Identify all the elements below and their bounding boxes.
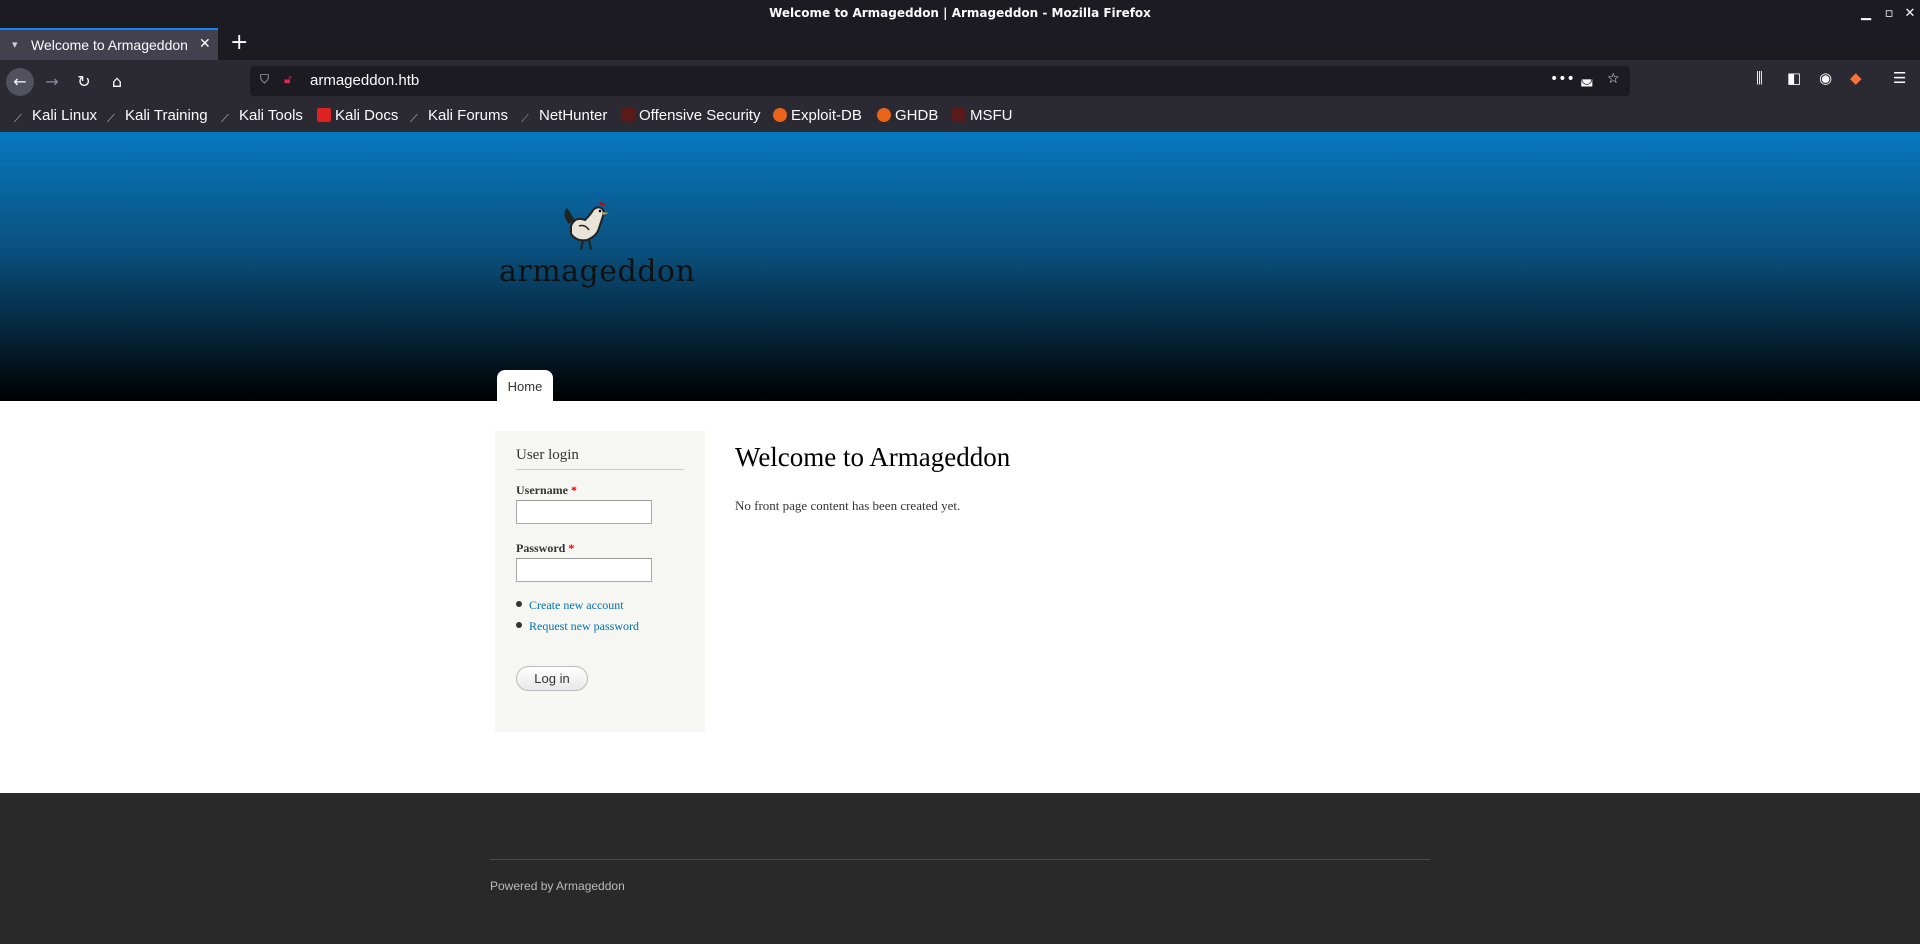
nethunter-icon: ⟋ [521, 113, 529, 125]
kali-dragon-icon: ⟋ [410, 113, 418, 125]
sidebar-icon[interactable]: ◧ [1787, 69, 1801, 87]
request-password-link[interactable]: Request new password [516, 618, 639, 639]
bookmark-kali-linux[interactable]: ⟋ Kali Linux [14, 107, 97, 127]
tab-strip: ▾ Welcome to Armageddon | Armageddon ✕ + [0, 28, 1920, 60]
window-titlebar: Welcome to Armageddon | Armageddon - Moz… [0, 0, 1920, 28]
navigation-bar: ← → ↻ ⌂ ⛉ 🔓︎ armageddon.htb ••• ◛ ☆ ⫼ ◧ … [0, 60, 1920, 102]
page-title: Welcome to Armageddon [735, 442, 1011, 472]
bookmark-msfu[interactable]: MSFU [952, 107, 1013, 124]
rooster-icon [564, 202, 609, 251]
close-tab-icon[interactable]: ✕ [199, 36, 211, 52]
url-text[interactable]: armageddon.htb [310, 72, 419, 89]
bookmark-exploit-db[interactable]: Exploit-DB [773, 107, 862, 124]
site-header: armageddon Home [0, 132, 1920, 401]
close-window-icon[interactable]: ✕ [1900, 4, 1920, 24]
exploitdb-icon [773, 108, 787, 122]
site-logo[interactable]: armageddon [495, 202, 695, 290]
kali-dragon-icon: ⟋ [14, 113, 22, 125]
back-button[interactable]: ← [6, 68, 34, 96]
logo-text: armageddon [499, 254, 696, 289]
nav-home-tab[interactable]: Home [497, 370, 553, 401]
bookmark-star-icon[interactable]: ☆ [1607, 71, 1620, 87]
login-block-title: User login [516, 447, 684, 470]
required-mark: * [570, 483, 577, 497]
account-icon[interactable]: ◉ [1819, 69, 1832, 87]
kali-dragon-icon: ⟋ [107, 113, 115, 125]
log-in-button[interactable]: Log in [516, 666, 588, 691]
login-links: Create new account Request new password [516, 597, 639, 639]
bookmark-kali-training[interactable]: ⟋ Kali Training [107, 107, 208, 127]
page-viewport: armageddon Home User login Username * Pa… [0, 132, 1920, 944]
tab-welcome[interactable]: ▾ Welcome to Armageddon | Armageddon ✕ [0, 28, 218, 60]
bookmark-kali-docs[interactable]: Kali Docs [317, 107, 398, 124]
home-button[interactable]: ⌂ [103, 68, 131, 96]
kali-dragon-icon: ⟋ [221, 113, 229, 125]
site-footer: Powered by Armageddon [0, 793, 1920, 944]
reload-button[interactable]: ↻ [70, 68, 98, 96]
library-icon[interactable]: ⫼ [1756, 69, 1763, 87]
bullet-icon [516, 622, 522, 628]
forward-button[interactable]: → [38, 68, 66, 96]
bookmark-offensive-security[interactable]: Offensive Security [621, 107, 760, 124]
kali-docs-icon [317, 108, 331, 122]
window-title: Welcome to Armageddon | Armageddon - Moz… [769, 6, 1151, 20]
bookmark-ghdb[interactable]: GHDB [877, 107, 938, 124]
tracking-shield-icon[interactable]: ⛉ [260, 72, 269, 87]
exploitdb-icon [877, 108, 891, 122]
create-account-link[interactable]: Create new account [516, 597, 639, 618]
footer-divider [490, 859, 1430, 860]
password-label: Password * [516, 541, 575, 555]
page-body-text: No front page content has been created y… [735, 498, 961, 513]
user-login-block: User login Username * Password * Create … [495, 431, 705, 732]
password-field[interactable] [516, 558, 652, 582]
pocket-icon[interactable]: ◛ [1580, 71, 1594, 87]
url-bar[interactable]: ⛉ 🔓︎ armageddon.htb ••• ◛ ☆ [250, 66, 1630, 96]
insecure-lock-icon[interactable]: 🔓︎ [284, 72, 292, 87]
bookmark-kali-tools[interactable]: ⟋ Kali Tools [221, 107, 303, 127]
bookmark-nethunter[interactable]: ⟋ NetHunter [521, 107, 607, 127]
powered-by-text: Powered by Armageddon [490, 879, 625, 893]
page-actions-icon[interactable]: ••• [1550, 71, 1575, 87]
offsec-icon [952, 108, 966, 122]
maximize-icon[interactable]: ▫ [1879, 4, 1899, 24]
username-label: Username * [516, 483, 577, 497]
bullet-icon [516, 601, 522, 607]
new-tab-button[interactable]: + [230, 31, 248, 55]
tab-title: Welcome to Armageddon | Armageddon [31, 37, 193, 53]
bookmarks-bar: ⟋ Kali Linux ⟋ Kali Training ⟋ Kali Tools K… [0, 102, 1920, 132]
minimize-icon[interactable]: ▁ [1856, 4, 1876, 24]
offsec-icon [621, 108, 635, 122]
required-mark: * [568, 541, 575, 555]
menu-hamburger-icon[interactable]: ☰ [1893, 69, 1906, 87]
username-field[interactable] [516, 500, 652, 524]
bookmark-kali-forums[interactable]: ⟋ Kali Forums [410, 107, 508, 127]
drupal-favicon-icon: ▾ [12, 38, 18, 51]
extension-fox-icon[interactable]: ◆ [1850, 69, 1862, 87]
